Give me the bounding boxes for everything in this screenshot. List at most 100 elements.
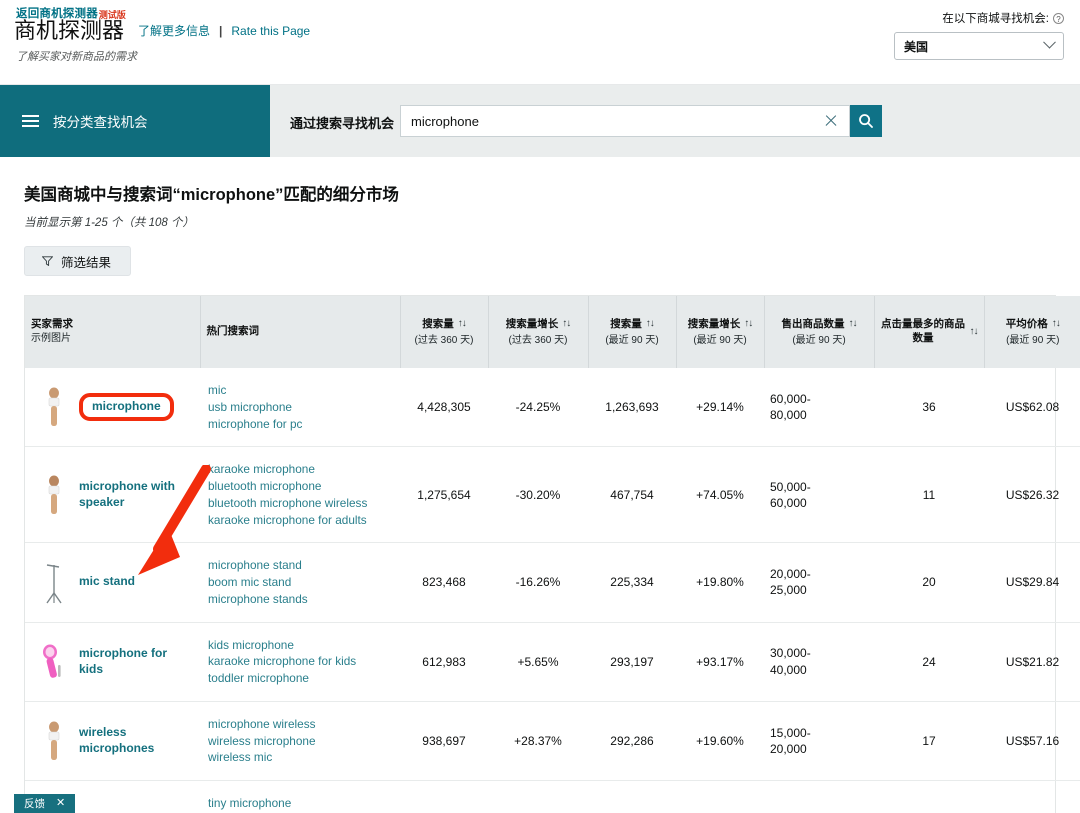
table-row[interactable]: mini microphonetiny microphonemini micro… <box>25 781 1080 813</box>
rate-page-link[interactable]: Rate this Page <box>231 24 310 38</box>
filter-funnel-icon <box>42 256 53 266</box>
cell-search-volume-90: 292,286 <box>588 701 676 780</box>
clear-search-icon[interactable] <box>823 113 839 129</box>
cell-search-growth-90: +19.91% <box>676 781 764 813</box>
search-input[interactable] <box>411 114 823 129</box>
page-tagline: 了解买家对新商品的需求 <box>16 48 137 64</box>
cell-top-clicked-products: 24 <box>874 622 984 701</box>
niches-table-wrapper: 买家需求示例图片热门搜索词搜索量↑↓(过去 360 天)搜索量增长↑↓(过去 3… <box>24 295 1056 813</box>
marketplace-select[interactable]: 美国 <box>894 32 1064 60</box>
demand-name-link[interactable]: wireless microphones <box>79 725 192 757</box>
search-term-3[interactable]: toddler microphone <box>208 670 392 687</box>
search-term-1[interactable]: tiny microphone <box>208 795 392 812</box>
column-header-6[interactable]: 搜索量增长↑↓ (最近 90 天) <box>676 296 764 368</box>
cell-units-sold-90: 50,000-60,000 <box>764 447 874 543</box>
demand-name-link[interactable]: microphone with speaker <box>79 479 192 511</box>
cell-buyer-demand: microphone <box>25 368 200 447</box>
filter-results-label: 筛选结果 <box>61 252 111 271</box>
help-icon[interactable]: ? <box>1053 13 1064 24</box>
sort-arrows-icon[interactable]: ↑↓ <box>849 319 857 329</box>
search-term-4[interactable]: karaoke microphone for adults <box>208 512 392 529</box>
sort-arrows-icon[interactable]: ↑↓ <box>1052 319 1060 329</box>
page-brand-title: 商机探测器 测试版 <box>14 19 124 42</box>
search-term-1[interactable]: mic <box>208 382 392 399</box>
column-header-8[interactable]: 点击量最多的商品数量↑↓ <box>874 296 984 368</box>
table-row[interactable]: microphone for kidskids microphonekaraok… <box>25 622 1080 701</box>
search-term-3[interactable]: microphone stands <box>208 591 392 608</box>
close-icon[interactable]: ✕ <box>56 798 65 809</box>
cell-search-growth-90: +19.60% <box>676 701 764 780</box>
feedback-tab[interactable]: 反馈 ✕ <box>14 794 75 813</box>
cell-search-volume-360: 823,468 <box>400 543 488 622</box>
search-term-3[interactable]: bluetooth microphone wireless <box>208 495 392 512</box>
search-term-2[interactable]: wireless microphone <box>208 733 392 750</box>
search-term-3[interactable]: microphone for pc <box>208 416 392 433</box>
cell-top-search-terms: micusb microphonemicrophone for pc <box>200 368 400 447</box>
sort-arrows-icon[interactable]: ↑↓ <box>562 319 570 329</box>
cell-avg-price-90: US$62.08 <box>984 368 1080 447</box>
cell-top-search-terms: kids microphonekaraoke microphone for ki… <box>200 622 400 701</box>
column-title: 搜索量增长 <box>688 318 741 332</box>
hamburger-menu-icon <box>22 115 39 127</box>
sort-arrows-icon[interactable]: ↑↓ <box>646 319 654 329</box>
column-title: 搜索量 <box>422 318 454 332</box>
column-subtitle: (过去 360 天) <box>495 331 582 346</box>
cell-search-volume-90: 225,334 <box>588 543 676 622</box>
demand-name-link[interactable]: microphone <box>92 399 161 413</box>
search-term-2[interactable]: boom mic stand <box>208 574 392 591</box>
cell-buyer-demand: mic stand <box>25 543 200 622</box>
search-box[interactable] <box>400 105 850 137</box>
column-subtitle: (最近 90 天) <box>683 331 758 346</box>
mic-stand-thumb <box>39 559 69 605</box>
column-header-2: 热门搜索词 <box>200 296 400 368</box>
chevron-down-icon <box>1043 35 1056 48</box>
cell-search-growth-360: -8.42% <box>488 781 588 813</box>
cell-search-growth-360: +5.65% <box>488 622 588 701</box>
demand-name-link[interactable]: microphone for kids <box>79 646 192 678</box>
cell-units-sold-90: 20,000-25,000 <box>764 543 874 622</box>
column-title: 平均价格 <box>1006 318 1048 332</box>
search-term-1[interactable]: kids microphone <box>208 637 392 654</box>
cell-top-search-terms: microphone standboom mic standmicrophone… <box>200 543 400 622</box>
column-header-7[interactable]: 售出商品数量↑↓(最近 90 天) <box>764 296 874 368</box>
search-term-1[interactable]: karaoke microphone <box>208 461 392 478</box>
column-header-5[interactable]: 搜索量↑↓(最近 90 天) <box>588 296 676 368</box>
search-term-2[interactable]: usb microphone <box>208 399 392 416</box>
learn-more-link[interactable]: 了解更多信息 <box>138 22 210 39</box>
table-row[interactable]: mic stand microphone standboom mic standm… <box>25 543 1080 622</box>
search-term-2[interactable]: karaoke microphone for kids <box>208 653 392 670</box>
column-header-4[interactable]: 搜索量增长↑↓ (过去 360 天) <box>488 296 588 368</box>
demand-name-link[interactable]: mic stand <box>79 574 135 590</box>
cell-search-growth-360: -24.25% <box>488 368 588 447</box>
page-title: 美国商城中与搜索词“microphone”匹配的细分市场 <box>24 181 1056 205</box>
table-row[interactable]: wireless microphonesmicrophone wirelessw… <box>25 701 1080 780</box>
search-submit-button[interactable] <box>850 105 882 137</box>
link-separator: | <box>219 24 222 38</box>
cell-top-search-terms: tiny microphonemini microphone iphonemin… <box>200 781 400 813</box>
search-term-3[interactable]: wireless mic <box>208 749 392 766</box>
feedback-label: 反馈 <box>24 796 45 811</box>
table-body: microphonemicusb microphonemicrophone fo… <box>25 368 1080 813</box>
karaoke-microphone-thumb <box>39 472 69 518</box>
sort-arrows-icon[interactable]: ↑↓ <box>744 319 752 329</box>
cell-buyer-demand: wireless microphones <box>25 701 200 780</box>
column-subtitle: (最近 90 天) <box>991 331 1076 346</box>
filter-results-button[interactable]: 筛选结果 <box>24 246 131 276</box>
brand-title-text: 商机探测器 <box>14 18 124 43</box>
sort-arrows-icon[interactable]: ↑↓ <box>970 327 978 337</box>
cell-search-volume-360: 612,983 <box>400 622 488 701</box>
column-header-3[interactable]: 搜索量↑↓(过去 360 天) <box>400 296 488 368</box>
search-term-1[interactable]: microphone stand <box>208 557 392 574</box>
browse-by-category-button[interactable]: 按分类查找机会 <box>0 85 270 157</box>
niches-table: 买家需求示例图片热门搜索词搜索量↑↓(过去 360 天)搜索量增长↑↓(过去 3… <box>25 296 1080 813</box>
search-term-1[interactable]: microphone wireless <box>208 716 392 733</box>
column-header-9[interactable]: 平均价格 ↑↓ (最近 90 天) <box>984 296 1080 368</box>
column-title: 搜索量增长 <box>506 318 559 332</box>
microphone-thumb <box>39 384 69 430</box>
table-row[interactable]: microphone with speaker karaoke microphon… <box>25 447 1080 543</box>
cell-top-clicked-products: 11 <box>874 781 984 813</box>
table-row[interactable]: microphone micusb microphonemicrophone fo… <box>25 368 1080 447</box>
search-term-2[interactable]: bluetooth microphone <box>208 478 392 495</box>
sort-arrows-icon[interactable]: ↑↓ <box>458 319 466 329</box>
cell-search-volume-360: 375,561 <box>400 781 488 813</box>
